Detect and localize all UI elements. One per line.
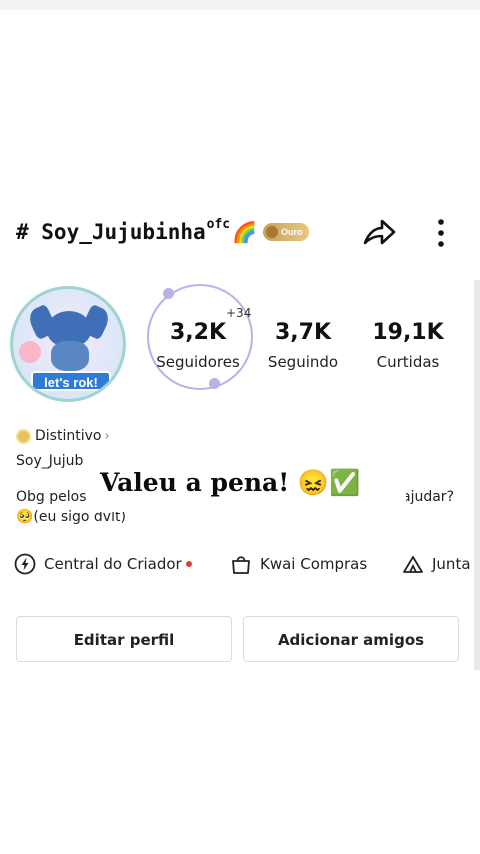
ring-dot bbox=[163, 288, 174, 299]
notification-dot bbox=[185, 561, 192, 567]
avatar-decoration bbox=[19, 341, 41, 363]
share-icon bbox=[363, 219, 396, 245]
caption-text: Valeu a pena! 😖✅ bbox=[100, 468, 361, 497]
bio-text: ajudar? bbox=[402, 489, 454, 505]
link-kwai-compras[interactable]: Kwai Compras bbox=[230, 549, 367, 579]
tent-icon bbox=[403, 556, 423, 573]
link-label: Junta bbox=[432, 555, 471, 573]
stat-curtidas[interactable]: 19,1K Curtidas bbox=[360, 320, 456, 371]
link-label: Central do Criador bbox=[44, 555, 182, 573]
stat-seguindo[interactable]: 3,7K Seguindo bbox=[256, 320, 350, 371]
bio-name: Soy_Jujub bbox=[16, 453, 84, 469]
ring-dot bbox=[209, 378, 220, 389]
avatar-decoration bbox=[51, 341, 89, 371]
badge-link[interactable]: Distintivo › bbox=[16, 428, 110, 444]
username: # Soy_Jujubinha ofc 🌈 Ouro bbox=[16, 216, 309, 244]
stat-label: Curtidas bbox=[376, 353, 440, 371]
coin-icon bbox=[266, 226, 279, 238]
link-central-criador[interactable]: Central do Criador bbox=[14, 549, 192, 579]
badge-icon bbox=[16, 428, 31, 444]
status-strip bbox=[0, 0, 480, 10]
username-text: # Soy_Jujubinha bbox=[16, 220, 206, 244]
stat-value: 19,1K bbox=[372, 320, 444, 345]
stat-label: Seguidores bbox=[156, 353, 240, 371]
stat-value: 3,2K bbox=[169, 320, 227, 345]
avatar-banner: let's rok! bbox=[31, 371, 111, 391]
profile-header: # Soy_Jujubinha ofc 🌈 Ouro bbox=[0, 206, 480, 258]
link-label: Kwai Compras bbox=[260, 555, 368, 573]
level-badge[interactable]: Ouro bbox=[263, 223, 309, 241]
stat-value: 3,7K bbox=[274, 320, 332, 345]
shopping-bag-icon bbox=[232, 556, 250, 574]
rainbow-emoji: 🌈 bbox=[232, 220, 258, 244]
edit-profile-button[interactable]: Editar perfil bbox=[16, 616, 232, 662]
more-options-button[interactable] bbox=[430, 216, 452, 250]
badge-label: Distintivo bbox=[35, 428, 102, 444]
avatar[interactable]: let's rok! bbox=[10, 286, 126, 402]
followers-delta: +34 bbox=[226, 306, 252, 320]
stat-label: Seguindo bbox=[267, 353, 339, 371]
link-junta[interactable]: Junta bbox=[402, 549, 471, 579]
add-friends-button[interactable]: Adicionar amigos bbox=[243, 616, 459, 662]
more-vertical-icon bbox=[438, 219, 444, 247]
profile-links: Central do Criador Kwai Compras Junta bbox=[14, 549, 480, 581]
username-suffix: ofc bbox=[206, 216, 231, 232]
bio-text: Obg pelos bbox=[16, 489, 87, 505]
chevron-right-icon: › bbox=[104, 428, 110, 444]
level-badge-label: Ouro bbox=[281, 227, 303, 237]
lightning-icon bbox=[14, 553, 36, 575]
share-button[interactable] bbox=[360, 216, 398, 250]
scroll-edge bbox=[474, 280, 480, 670]
stat-seguidores[interactable]: 3,2K Seguidores bbox=[150, 320, 246, 371]
